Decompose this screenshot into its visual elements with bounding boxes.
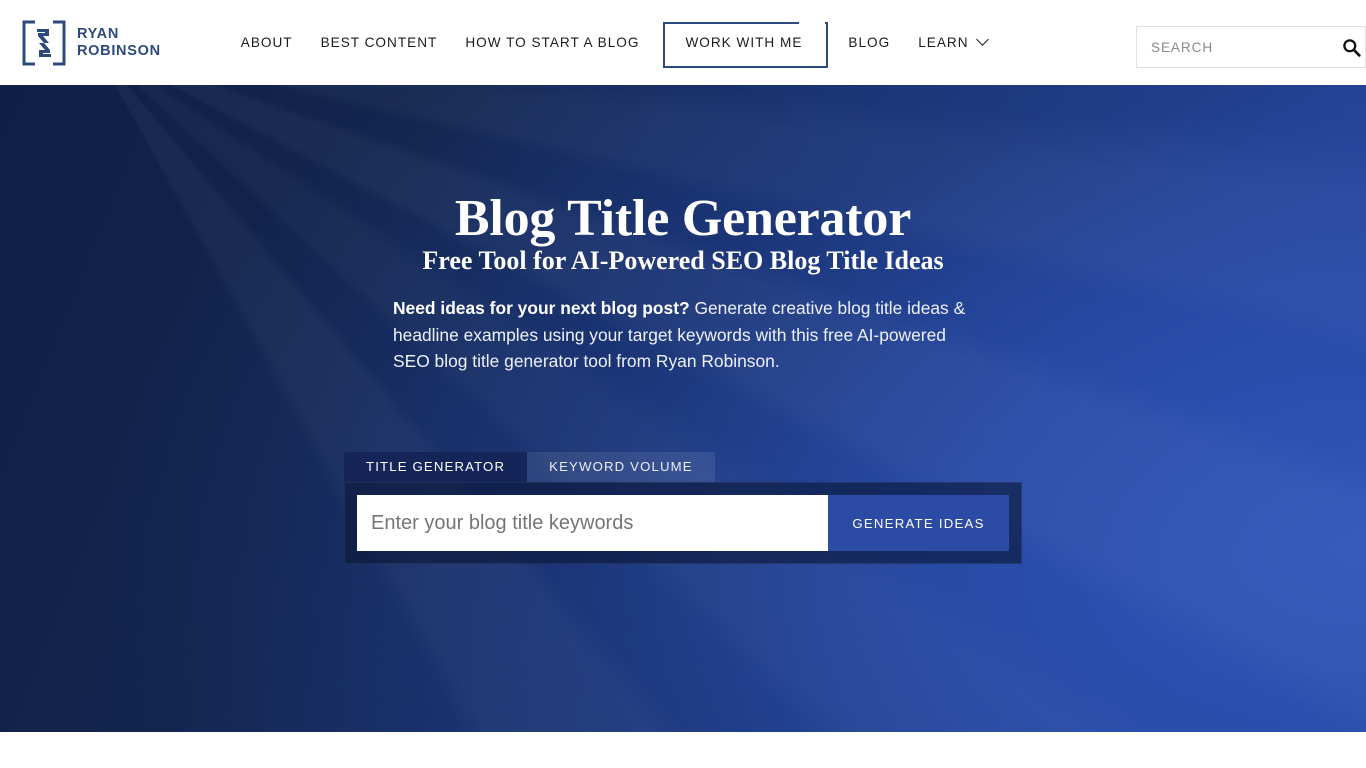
site-header: RYAN ROBINSON ABOUT BEST CONTENT HOW TO … [0,0,1366,85]
main-navigation: ABOUT BEST CONTENT HOW TO START A BLOG W… [227,0,1001,85]
nav-item-label: HOW TO START A BLOG [465,35,640,50]
site-logo-text: RYAN ROBINSON [77,26,161,59]
hero-description-lead: Need ideas for your next blog post? [393,298,690,318]
search-input[interactable] [1137,27,1342,67]
site-logo[interactable]: RYAN ROBINSON [22,20,161,66]
nav-item-how-to-start-a-blog[interactable]: HOW TO START A BLOG [451,0,653,85]
ryan-robinson-monogram-icon [22,20,66,65]
chevron-down-icon [975,33,989,46]
tool-tabs: TITLE GENERATOR KEYWORD VOLUME [344,450,1022,482]
tool-panel: GENERATE IDEAS [344,482,1022,564]
search-icon [1343,38,1361,57]
below-fold-spacer [0,732,1366,768]
nav-item-label: BEST CONTENT [320,35,438,50]
nav-item-label: ABOUT [240,35,293,50]
logo-line-2: ROBINSON [77,42,161,59]
nav-item-label: BLOG [848,35,891,50]
hero-description: Need ideas for your next blog post? Gene… [393,295,983,375]
logo-line-1: RYAN [77,25,120,42]
tab-title-generator[interactable]: TITLE GENERATOR [344,451,528,482]
title-generator-tool: TITLE GENERATOR KEYWORD VOLUME GENERATE … [344,450,1022,564]
generate-ideas-button[interactable]: GENERATE IDEAS [828,495,1009,551]
nav-item-label: LEARN [918,35,969,50]
tab-keyword-volume[interactable]: KEYWORD VOLUME [527,451,715,482]
keyword-form: GENERATE IDEAS [357,495,1009,551]
page-subtitle: Free Tool for AI-Powered SEO Blog Title … [422,246,944,275]
nav-item-about[interactable]: ABOUT [227,0,307,85]
keyword-input[interactable] [357,495,828,551]
search-submit-button[interactable] [1342,27,1365,67]
page-title: Blog Title Generator [454,190,912,247]
nav-item-blog[interactable]: BLOG [834,0,904,85]
nav-item-best-content[interactable]: BEST CONTENT [307,0,452,85]
header-search [1136,26,1366,68]
nav-item-work-with-me[interactable]: WORK WITH ME [663,18,826,64]
nav-item-label: WORK WITH ME [685,35,803,50]
nav-item-learn[interactable]: LEARN [904,0,1000,85]
hero-section: Blog Title Generator Free Tool for AI-Po… [0,85,1366,732]
